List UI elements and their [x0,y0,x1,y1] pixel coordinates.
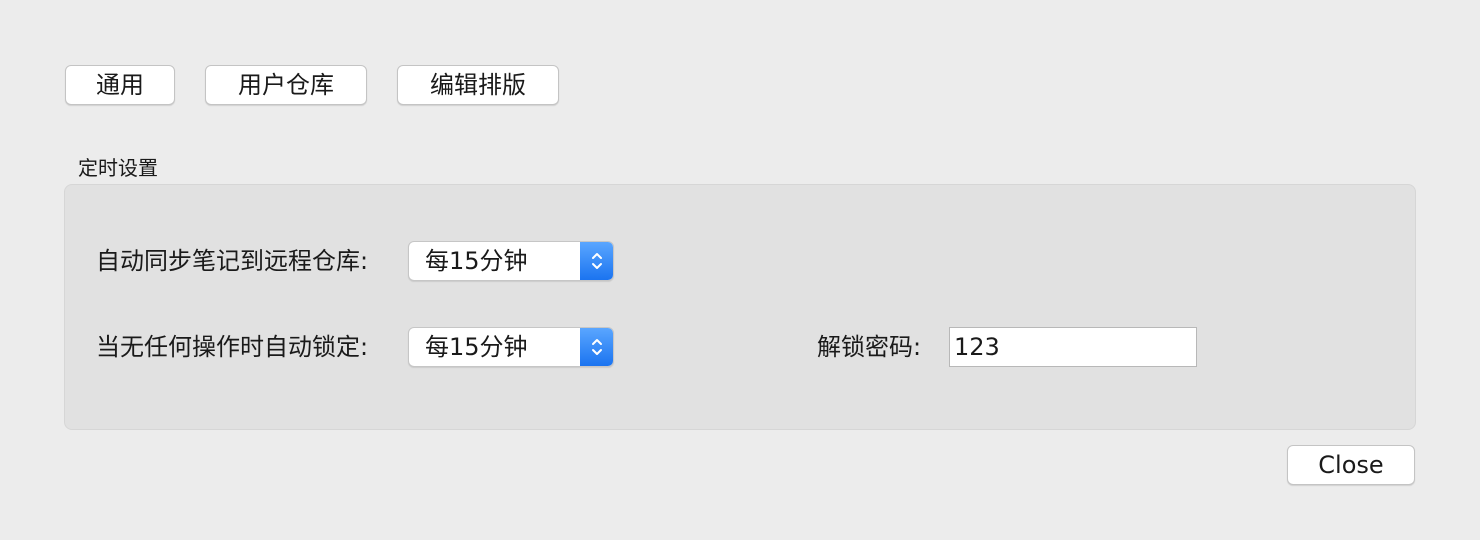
unlock-password-input[interactable] [949,327,1197,367]
sync-interval-value: 每15分钟 [425,247,528,275]
sync-interval-select[interactable]: 每15分钟 [408,241,614,281]
unlock-password-label: 解锁密码: [817,333,922,361]
chevron-up-down-icon [580,328,613,366]
sync-interval-label: 自动同步笔记到远程仓库: [96,247,369,275]
timer-settings-group: 自动同步笔记到远程仓库: 每15分钟 当无任何操作时自动锁定: 每15分钟 解锁… [64,184,1416,430]
close-button[interactable]: Close [1287,445,1415,485]
group-title-timer-settings: 定时设置 [78,156,158,180]
auto-lock-select[interactable]: 每15分钟 [408,327,614,367]
auto-lock-value: 每15分钟 [425,333,528,361]
tab-user-repo[interactable]: 用户仓库 [205,65,367,105]
tab-general[interactable]: 通用 [65,65,175,105]
chevron-up-down-icon [580,242,613,280]
auto-lock-label: 当无任何操作时自动锁定: [96,333,369,361]
tab-editor-layout[interactable]: 编辑排版 [397,65,559,105]
